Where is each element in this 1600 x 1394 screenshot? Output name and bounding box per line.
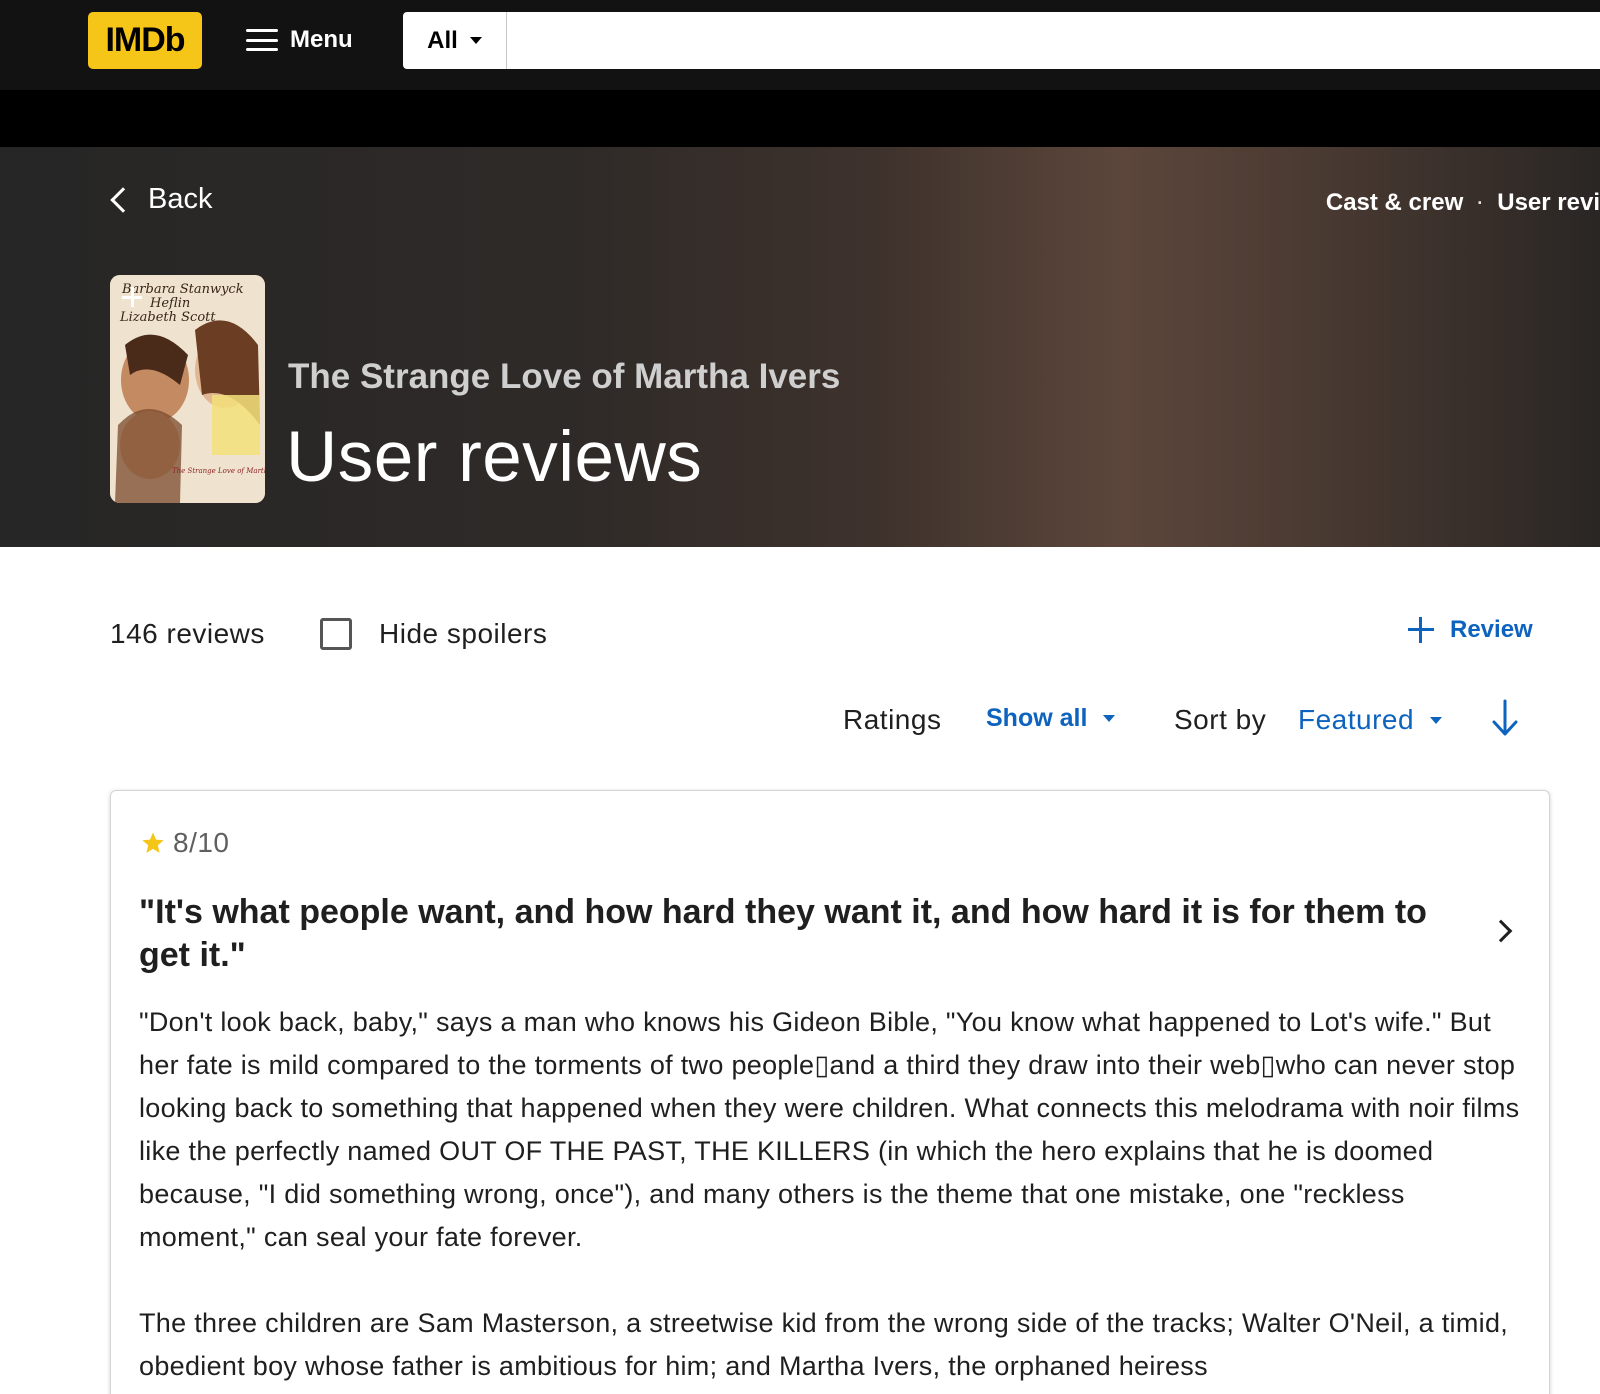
caret-down-icon bbox=[1103, 715, 1116, 722]
subpage-links: Cast & crew · User revi bbox=[1326, 189, 1600, 217]
search-category-dropdown[interactable]: All bbox=[403, 12, 507, 69]
hero-header: Back Cast & crew · User revi Barbara Sta… bbox=[0, 147, 1600, 547]
caret-down-icon bbox=[1430, 716, 1443, 724]
rating-value: 8/10 bbox=[173, 827, 230, 858]
imdb-logo[interactable]: IMDb bbox=[88, 12, 202, 69]
review-card: 8/10 "It's what people want, and how har… bbox=[110, 790, 1550, 1394]
hide-spoilers-checkbox[interactable] bbox=[320, 618, 352, 650]
chevron-left-icon bbox=[110, 186, 136, 213]
menu-label: Menu bbox=[290, 26, 353, 53]
add-to-watchlist-icon[interactable] bbox=[120, 285, 144, 309]
review-rating: 8/10 bbox=[141, 827, 230, 859]
sort-value: Featured bbox=[1298, 704, 1415, 735]
ratings-filter-dropdown[interactable]: Show all bbox=[986, 704, 1116, 733]
back-label: Back bbox=[148, 183, 213, 215]
poster-title-text: The Strange Love of Martha Ivers bbox=[172, 467, 265, 475]
review-count: 146 reviews bbox=[110, 618, 265, 649]
search-input[interactable] bbox=[515, 18, 1585, 63]
movie-poster[interactable]: Barbara Stanwyck Heflin Lizabeth Scott T… bbox=[110, 275, 265, 503]
back-link[interactable]: Back bbox=[108, 183, 212, 216]
star-icon bbox=[142, 832, 164, 853]
sort-dropdown[interactable]: Featured bbox=[1298, 704, 1443, 736]
plus-icon bbox=[1408, 617, 1434, 643]
caret-down-icon bbox=[469, 37, 482, 44]
hide-spoilers-label[interactable]: Hide spoilers bbox=[379, 618, 547, 650]
arrow-down-icon[interactable] bbox=[1490, 698, 1520, 738]
user-reviews-link[interactable]: User revi bbox=[1497, 189, 1600, 217]
page-title: User reviews bbox=[286, 418, 703, 497]
add-review-label: Review bbox=[1450, 616, 1533, 643]
ad-banner-strip bbox=[0, 90, 1600, 147]
sort-by-label: Sort by bbox=[1174, 704, 1267, 735]
review-paragraph: "Don't look back, baby," says a man who … bbox=[139, 1007, 1520, 1252]
poster-text-line3: Lizabeth Scott bbox=[119, 310, 216, 325]
add-review-button[interactable]: Review bbox=[1408, 616, 1533, 644]
ratings-filter-label: Ratings bbox=[843, 704, 942, 735]
hamburger-icon bbox=[246, 29, 278, 51]
menu-button[interactable]: Menu bbox=[246, 18, 353, 62]
search-category-label: All bbox=[427, 26, 458, 54]
cast-crew-link[interactable]: Cast & crew bbox=[1326, 189, 1463, 217]
separator-dot: · bbox=[1477, 192, 1484, 213]
movie-title[interactable]: The Strange Love of Martha Ivers bbox=[288, 357, 840, 397]
top-navbar: IMDb Menu All bbox=[0, 0, 1600, 90]
review-paragraph: The three children are Sam Masterson, a … bbox=[139, 1308, 1509, 1381]
review-body: "Don't look back, baby," says a man who … bbox=[139, 1001, 1529, 1394]
search-bar: All bbox=[403, 12, 1600, 69]
review-title[interactable]: "It's what people want, and how hard the… bbox=[139, 891, 1449, 977]
poster-artwork: Barbara Stanwyck Heflin Lizabeth Scott T… bbox=[110, 275, 265, 503]
poster-text-line2: Heflin bbox=[149, 296, 190, 311]
ratings-filter-value: Show all bbox=[986, 704, 1088, 732]
chevron-right-icon[interactable] bbox=[1489, 919, 1513, 943]
